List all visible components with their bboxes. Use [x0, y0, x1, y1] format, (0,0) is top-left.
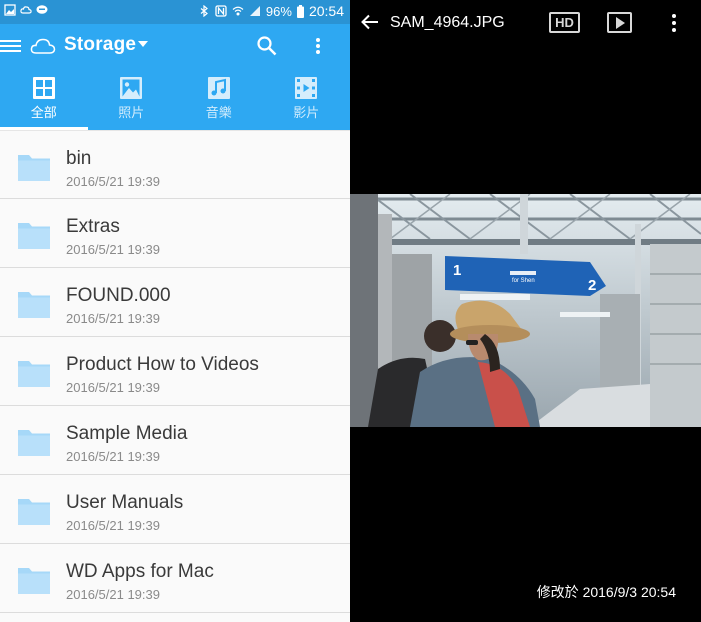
folder-name: User Manuals	[66, 492, 184, 513]
folder-name: FOUND.000	[66, 285, 171, 306]
folder-name: WD Apps for Mac	[66, 561, 214, 582]
nfc-icon	[215, 5, 227, 17]
battery-icon	[296, 4, 304, 18]
signal-icon	[249, 6, 260, 16]
folder-name: Sample Media	[66, 423, 188, 444]
battery-percent: 96%	[265, 3, 292, 19]
modified-timestamp: 修改於 2016/9/3 20:54	[536, 584, 676, 600]
folder-row[interactable]: Sample Media 2016/5/21 19:39	[0, 406, 350, 475]
tab-photos[interactable]: 照片	[88, 76, 176, 130]
tab-music[interactable]: 音樂	[175, 76, 263, 130]
storage-location-title[interactable]: Storage	[64, 34, 136, 56]
sign-number-right: 2	[588, 277, 596, 294]
cloud-icon	[30, 38, 56, 54]
category-tabs: 全部 照片 音樂 影片	[0, 76, 350, 130]
folder-icon	[18, 292, 50, 318]
chat-notification-icon	[36, 5, 48, 14]
slideshow-play-icon[interactable]	[607, 12, 632, 33]
folder-modified-date: 2016/5/21 19:39	[66, 311, 160, 326]
folder-list: bin 2016/5/21 19:39 Extras 2016/5/21 19:…	[0, 130, 350, 613]
tab-photos-label: 照片	[118, 105, 145, 120]
tab-all[interactable]: 全部	[0, 76, 88, 130]
app-bar: Storage 全部 照片 音樂 影片	[0, 24, 350, 130]
folder-modified-date: 2016/5/21 19:39	[66, 518, 160, 533]
tab-music-label: 音樂	[205, 105, 232, 120]
folder-row[interactable]: FOUND.000 2016/5/21 19:39	[0, 268, 350, 337]
sign-text: for Shen	[512, 278, 535, 284]
folder-name: Product How to Videos	[66, 354, 259, 375]
status-bar: 96% 20:54	[0, 0, 350, 24]
folder-modified-date: 2016/5/21 19:39	[66, 587, 160, 602]
folder-icon	[18, 568, 50, 594]
station-photo-image: 1 2 for Shen	[350, 194, 701, 427]
folder-name: bin	[66, 148, 92, 169]
folder-row[interactable]: bin 2016/5/21 19:39	[0, 130, 350, 199]
tab-videos-label: 影片	[293, 105, 320, 120]
cloud-notification-icon	[20, 6, 32, 14]
overflow-menu-icon[interactable]	[311, 35, 325, 57]
all-files-icon	[32, 77, 55, 99]
folder-modified-date: 2016/5/21 19:39	[66, 449, 160, 464]
folder-modified-date: 2016/5/21 19:39	[66, 174, 160, 189]
video-icon	[295, 77, 318, 99]
tab-videos[interactable]: 影片	[263, 76, 351, 130]
photo-icon	[120, 77, 143, 99]
folder-icon	[18, 223, 50, 249]
music-icon	[207, 77, 230, 99]
image-filename: SAM_4964.JPG	[390, 14, 505, 31]
folder-icon	[18, 361, 50, 387]
folder-modified-date: 2016/5/21 19:39	[66, 380, 160, 395]
viewer-overflow-menu-icon[interactable]	[668, 12, 680, 34]
hd-toggle-button[interactable]: HD	[549, 12, 580, 33]
folder-row[interactable]: WD Apps for Mac 2016/5/21 19:39	[0, 544, 350, 613]
storage-dropdown-arrow-icon[interactable]	[138, 41, 148, 47]
folder-icon	[18, 430, 50, 456]
folder-name: Extras	[66, 216, 120, 237]
wifi-icon	[232, 6, 244, 16]
clock: 20:54	[308, 3, 344, 19]
folder-icon	[18, 155, 50, 181]
system-icons: 96% 20:54	[198, 3, 344, 19]
folder-icon	[18, 499, 50, 525]
photo-preview[interactable]: 1 2 for Shen	[350, 194, 701, 427]
gallery-notification-icon	[4, 4, 16, 16]
file-browser-pane: 96% 20:54 Storage 全部 照片 音樂 影片 bin 2016/5…	[0, 0, 350, 622]
folder-row[interactable]: Extras 2016/5/21 19:39	[0, 199, 350, 268]
image-viewer-pane: SAM_4964.JPG HD 1 2 for Shen 修改於 2016/9/…	[350, 0, 701, 622]
notification-icons	[4, 4, 48, 16]
bluetooth-icon	[200, 5, 208, 17]
tab-all-label: 全部	[30, 105, 57, 120]
folder-row[interactable]: User Manuals 2016/5/21 19:39	[0, 475, 350, 544]
hamburger-menu-icon[interactable]	[0, 34, 24, 58]
folder-modified-date: 2016/5/21 19:39	[66, 242, 160, 257]
sign-number-left: 1	[453, 262, 461, 279]
back-arrow-icon[interactable]	[360, 12, 380, 32]
folder-row[interactable]: Product How to Videos 2016/5/21 19:39	[0, 337, 350, 406]
search-icon[interactable]	[256, 35, 278, 57]
